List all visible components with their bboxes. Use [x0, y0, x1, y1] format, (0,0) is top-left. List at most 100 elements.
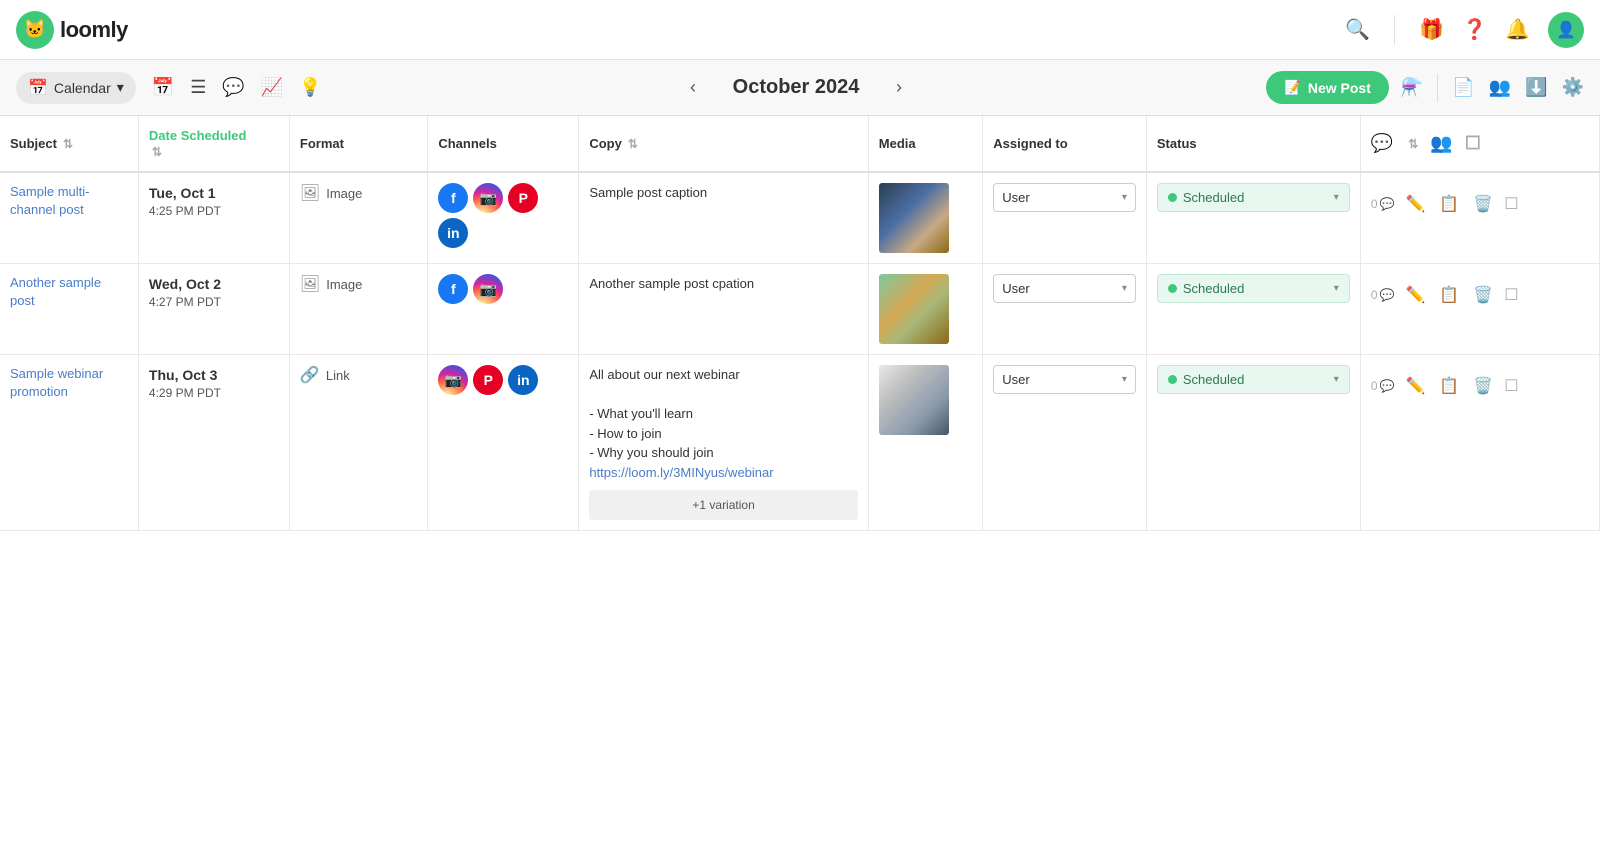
channel-ig-icon[interactable]: 📷: [438, 365, 468, 395]
next-month-button[interactable]: ›: [888, 73, 910, 102]
bell-icon[interactable]: 🔔: [1505, 17, 1530, 42]
row-checkbox[interactable]: ☐: [1504, 285, 1518, 305]
format-icon: 🖼: [300, 274, 320, 294]
delete-button[interactable]: 🗑️: [1470, 191, 1496, 217]
sub-navigation: 📅 Calendar ▾ 📅 ☰ 💬 📈 💡 ‹ October 2024 › …: [0, 60, 1600, 116]
copy-cell: Another sample post cpation: [579, 264, 868, 355]
edit-button[interactable]: ✏️: [1402, 191, 1428, 217]
chart-view-icon[interactable]: 📈: [257, 73, 287, 102]
assign-value: User: [1002, 372, 1029, 387]
actions-cell: 0 💬 ✏️ 📋 🗑️ ☐: [1360, 172, 1599, 264]
comment-bubble-icon[interactable]: 💬: [1380, 288, 1395, 302]
settings-icon[interactable]: ⚙️: [1562, 77, 1584, 98]
format-label: Image: [326, 277, 362, 292]
col-header-copy: Copy ⇅: [579, 116, 868, 172]
media-cell: [868, 355, 983, 531]
channel-li-icon[interactable]: in: [438, 218, 468, 248]
download-icon[interactable]: ⬇️: [1525, 77, 1547, 98]
assign-value: User: [1002, 281, 1029, 296]
assign-select[interactable]: User ▾: [993, 365, 1136, 394]
filter-icon[interactable]: ⚗️: [1401, 77, 1423, 98]
calendar-icon: 📅: [28, 78, 48, 98]
status-badge[interactable]: Scheduled▾: [1157, 183, 1350, 212]
date-day: Tue, Oct 1: [149, 183, 279, 204]
col-header-date: Date Scheduled ⇅: [138, 116, 289, 172]
format-cell: 🖼Image: [289, 172, 427, 264]
subject-cell: Sample multi-channel post: [0, 172, 138, 264]
actions-sort-icon[interactable]: ⇅: [1408, 137, 1418, 151]
assign-arrow-icon: ▾: [1122, 374, 1127, 385]
comment-bubble-icon[interactable]: 💬: [1380, 197, 1395, 211]
gift-icon[interactable]: 🎁: [1419, 17, 1444, 42]
bulb-view-icon[interactable]: 💡: [295, 73, 325, 102]
col-header-actions: 💬 ⇅ 👥 ☐: [1360, 116, 1599, 172]
status-badge[interactable]: Scheduled ▾: [1157, 274, 1350, 303]
format-label: Image: [326, 186, 362, 201]
logo-icon: 🐱: [16, 11, 54, 49]
subject-link[interactable]: Sample webinar promotion: [10, 366, 103, 399]
prev-month-button[interactable]: ‹: [682, 73, 704, 102]
status-dot: [1168, 375, 1177, 384]
channel-ig-icon[interactable]: 📷: [473, 183, 503, 213]
channel-fb-icon[interactable]: f: [438, 274, 468, 304]
copy-sort-icon[interactable]: ⇅: [628, 137, 638, 151]
calendar-label: Calendar: [54, 80, 111, 96]
subject-sort-icon[interactable]: ⇅: [63, 137, 73, 151]
duplicate-button[interactable]: 📋: [1436, 191, 1462, 217]
nav-center: ‹ October 2024 ›: [682, 73, 910, 102]
month-view-icon[interactable]: 📅: [148, 73, 178, 102]
format-icon: 🔗: [300, 365, 320, 385]
variation-badge[interactable]: +1 variation: [589, 490, 857, 520]
logo-area: 🐱 loomly: [16, 11, 128, 49]
status-dot: [1168, 284, 1177, 293]
new-post-button[interactable]: 📝 New Post: [1266, 71, 1388, 104]
channel-pi-icon[interactable]: P: [473, 365, 503, 395]
edit-button[interactable]: ✏️: [1402, 282, 1428, 308]
media-thumbnail[interactable]: [879, 365, 949, 435]
copy-link[interactable]: https://loom.ly/3MINyus/webinar: [589, 465, 773, 480]
media-thumbnail[interactable]: [879, 183, 949, 253]
row-checkbox[interactable]: ☐: [1504, 376, 1518, 396]
search-icon[interactable]: 🔍: [1345, 17, 1370, 42]
date-sort-icon[interactable]: ⇅: [152, 145, 162, 159]
status-arrow-icon: ▾: [1334, 283, 1339, 294]
assign-select[interactable]: User▾: [993, 274, 1136, 303]
subject-link[interactable]: Another sample post: [10, 275, 101, 308]
channel-ig-icon[interactable]: 📷: [473, 274, 503, 304]
copy-cell: Sample post caption: [579, 172, 868, 264]
date-time: 4:27 PM PDT: [149, 295, 279, 309]
duplicate-button[interactable]: 📋: [1436, 282, 1462, 308]
col-header-status: Status: [1146, 116, 1360, 172]
channel-li-icon[interactable]: in: [508, 365, 538, 395]
assigned-cell: User ▾: [983, 355, 1147, 531]
list-view-icon[interactable]: ☰: [186, 73, 210, 102]
status-badge[interactable]: Scheduled▾: [1157, 365, 1350, 394]
team-icon[interactable]: 👥: [1489, 77, 1511, 98]
status-label: Scheduled: [1183, 190, 1244, 205]
comment-bubble-icon[interactable]: 💬: [1380, 379, 1395, 393]
media-thumbnail[interactable]: [879, 274, 949, 344]
avatar[interactable]: 👤: [1548, 12, 1584, 48]
status-dot: [1168, 193, 1177, 202]
duplicate-button[interactable]: 📋: [1436, 373, 1462, 399]
edit-button[interactable]: ✏️: [1402, 373, 1428, 399]
delete-button[interactable]: 🗑️: [1470, 282, 1496, 308]
actions-cell: 0 💬 ✏️ 📋 🗑️ ☐: [1360, 355, 1599, 531]
actions-checkbox-icon: ☐: [1465, 133, 1481, 154]
row-checkbox[interactable]: ☐: [1504, 194, 1518, 214]
channel-pi-icon[interactable]: P: [508, 183, 538, 213]
channels-cell: f📷: [428, 264, 579, 355]
calendar-button[interactable]: 📅 Calendar ▾: [16, 72, 136, 104]
comment-icon: 0: [1371, 379, 1378, 393]
status-label: Scheduled: [1183, 281, 1244, 296]
delete-button[interactable]: 🗑️: [1470, 373, 1496, 399]
channel-fb-icon[interactable]: f: [438, 183, 468, 213]
copy-cell: All about our next webinar - What you'll…: [579, 355, 868, 531]
assigned-cell: User▾: [983, 172, 1147, 264]
subject-link[interactable]: Sample multi-channel post: [10, 184, 89, 217]
assign-select[interactable]: User▾: [993, 183, 1136, 212]
help-icon[interactable]: ❓: [1462, 17, 1487, 42]
chat-view-icon[interactable]: 💬: [218, 73, 248, 102]
doc-icon[interactable]: 📄: [1452, 77, 1474, 98]
table-row: Sample multi-channel postTue, Oct 14:25 …: [0, 172, 1600, 264]
